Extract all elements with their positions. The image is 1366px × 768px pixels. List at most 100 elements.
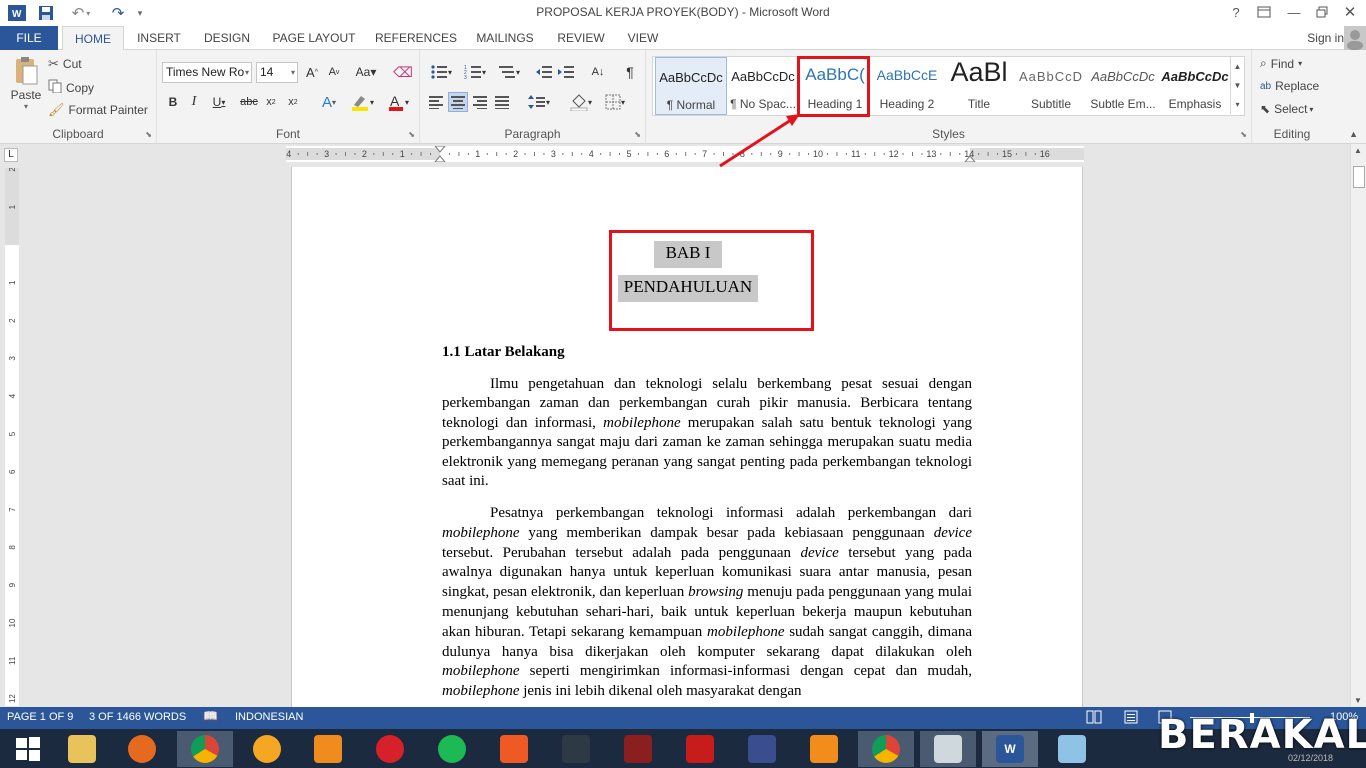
taskbar-mendeley[interactable] [486, 731, 542, 767]
taskbar-firefox[interactable] [114, 731, 170, 767]
taskbar-chrome[interactable] [177, 731, 233, 767]
taskbar-chrome-2[interactable] [858, 731, 914, 767]
font-color-icon[interactable]: A ▾ [383, 92, 413, 112]
horizontal-ruler[interactable]: 4 3 2 1 1 2 3 4 5 6 7 8 9 10 11 12 13 14 15 16 [286, 146, 1084, 162]
vertical-ruler[interactable]: 21123456789101112 [5, 168, 19, 706]
bold-icon[interactable]: B [163, 92, 183, 112]
word-count[interactable]: 3 OF 1466 WORDS [89, 711, 186, 723]
restore-icon[interactable] [1310, 2, 1334, 22]
taskbar-game-app[interactable] [610, 731, 666, 767]
ribbon-display-options-icon[interactable] [1252, 2, 1276, 22]
copy-button[interactable]: Copy [48, 79, 94, 96]
increase-indent-icon[interactable] [556, 62, 576, 82]
borders-icon[interactable]: ▾ [600, 92, 630, 112]
style-subtitle[interactable]: AaBbCcD Subtitle [1015, 57, 1087, 115]
dialog-launcher-icon[interactable]: ⬊ [408, 130, 415, 139]
print-layout-icon[interactable] [1124, 710, 1138, 727]
highlight-color-icon[interactable]: ▾ [347, 92, 377, 112]
taskbar-fl-studio[interactable] [300, 731, 356, 767]
dialog-launcher-icon[interactable]: ⬊ [1240, 130, 1247, 139]
dialog-launcher-icon[interactable]: ⬊ [145, 130, 152, 139]
close-icon[interactable]: ✕ [1338, 2, 1362, 22]
font-name-combo[interactable]: Times New Ro ▾ [162, 62, 252, 83]
gallery-scroll-up-icon[interactable]: ▲ [1230, 57, 1244, 76]
tab-page-layout[interactable]: PAGE LAYOUT [268, 26, 360, 50]
cut-button[interactable]: ✂ Cut [48, 56, 82, 72]
read-mode-icon[interactable] [1086, 710, 1102, 727]
change-case-icon[interactable]: Aa▾ [352, 62, 380, 82]
multilevel-list-icon[interactable]: ▾ [494, 62, 524, 82]
style-emphasis[interactable]: AaBbCcDc Emphasis [1159, 57, 1231, 115]
style-subtle-emphasis[interactable]: AaBbCcDc Subtle Em... [1087, 57, 1159, 115]
paragraph-2[interactable]: Pesatnya perkembangan teknologi informas… [442, 504, 972, 702]
chapter-title[interactable]: PENDAHULUAN [292, 275, 1082, 302]
sort-icon[interactable]: A↓ [588, 62, 608, 82]
chapter-number[interactable]: BAB I [292, 241, 1082, 268]
tab-review[interactable]: REVIEW [552, 26, 610, 50]
vertical-scrollbar[interactable]: ▲ ▼ [1350, 144, 1366, 707]
section-title[interactable]: 1.1 Latar Belakang [442, 344, 565, 361]
tab-mailings[interactable]: MAILINGS [470, 26, 540, 50]
sign-in-link[interactable]: Sign in [1307, 26, 1344, 50]
scrollbar-thumb[interactable] [1353, 166, 1365, 188]
align-center-icon[interactable] [448, 92, 468, 112]
gallery-scroll-down-icon[interactable]: ▼ [1230, 76, 1244, 95]
proofing-icon[interactable]: 📖 [203, 709, 218, 723]
bullets-icon[interactable]: ▾ [426, 62, 456, 82]
taskbar-nox[interactable] [548, 731, 604, 767]
tab-insert[interactable]: INSERT [130, 26, 188, 50]
tab-home[interactable]: HOME [62, 26, 124, 51]
paste-button[interactable]: Paste ▾ [8, 56, 44, 122]
italic-icon[interactable]: I [184, 92, 204, 112]
taskbar-uc-browser[interactable] [796, 731, 852, 767]
clear-formatting-icon[interactable]: ⌫ [393, 62, 413, 82]
taskbar-headphones-app[interactable] [239, 731, 295, 767]
taskbar-music-player[interactable] [362, 731, 418, 767]
paragraph-1[interactable]: Ilmu pengetahuan dan teknologi selalu be… [442, 375, 972, 491]
justify-icon[interactable] [492, 92, 512, 112]
replace-button[interactable]: ab Replace [1260, 79, 1319, 93]
decrease-indent-icon[interactable] [534, 62, 554, 82]
find-button[interactable]: ⌕ Find ▾ [1260, 56, 1302, 71]
text-effects-icon[interactable]: A ▾ [315, 92, 343, 112]
avatar[interactable] [1344, 26, 1366, 50]
help-icon[interactable]: ? [1224, 2, 1248, 22]
start-button[interactable] [0, 731, 56, 767]
strikethrough-icon[interactable]: abc [239, 92, 259, 112]
taskbar-image-viewer[interactable] [920, 731, 976, 767]
line-spacing-icon[interactable]: ▾ [524, 92, 554, 112]
scroll-up-icon[interactable]: ▲ [1354, 146, 1362, 155]
superscript-icon[interactable]: x2 [283, 92, 303, 112]
font-size-combo[interactable]: 14 ▾ [256, 62, 298, 83]
style-no-spacing[interactable]: AaBbCcDc ¶ No Spac... [727, 57, 799, 115]
style-heading-2[interactable]: AaBbCcE Heading 2 [871, 57, 943, 115]
align-left-icon[interactable] [426, 92, 446, 112]
taskbar-word[interactable]: W [982, 731, 1038, 767]
taskbar-game-launcher[interactable] [734, 731, 790, 767]
show-formatting-marks-icon[interactable]: ¶ [620, 62, 640, 82]
scroll-down-icon[interactable]: ▼ [1354, 696, 1362, 705]
subscript-icon[interactable]: x2 [261, 92, 281, 112]
format-painter-button[interactable]: 🖌 Format Painter [48, 102, 148, 118]
collapse-ribbon-icon[interactable]: ▲ [1349, 129, 1358, 139]
document-page[interactable]: BAB I PENDAHULUAN 1.1 Latar Belakang Ilm… [291, 167, 1083, 707]
gallery-more-icon[interactable]: ▾ [1230, 95, 1244, 114]
taskbar-notepad[interactable] [1044, 731, 1100, 767]
tab-view[interactable]: VIEW [620, 26, 666, 50]
grow-font-icon[interactable]: A ^ [302, 62, 322, 82]
tab-design[interactable]: DESIGN [196, 26, 258, 50]
page-count[interactable]: PAGE 1 OF 9 [7, 711, 73, 723]
shrink-font-icon[interactable]: Av [324, 62, 344, 82]
align-right-icon[interactable] [470, 92, 490, 112]
tab-selector[interactable]: L [4, 148, 18, 162]
underline-icon[interactable]: U ▾ [205, 92, 233, 112]
style-title[interactable]: AaBl Title [943, 57, 1015, 115]
language-indicator[interactable]: INDONESIAN [235, 711, 303, 723]
tab-references[interactable]: REFERENCES [374, 26, 458, 50]
numbering-icon[interactable]: 1 2 3 ▾ [460, 62, 490, 82]
taskbar-spotify[interactable] [424, 731, 480, 767]
minimize-icon[interactable]: — [1282, 2, 1306, 22]
taskbar-garena[interactable] [672, 731, 728, 767]
tab-file[interactable]: FILE [0, 26, 58, 50]
style-normal[interactable]: AaBbCcDc ¶ Normal [655, 57, 727, 115]
